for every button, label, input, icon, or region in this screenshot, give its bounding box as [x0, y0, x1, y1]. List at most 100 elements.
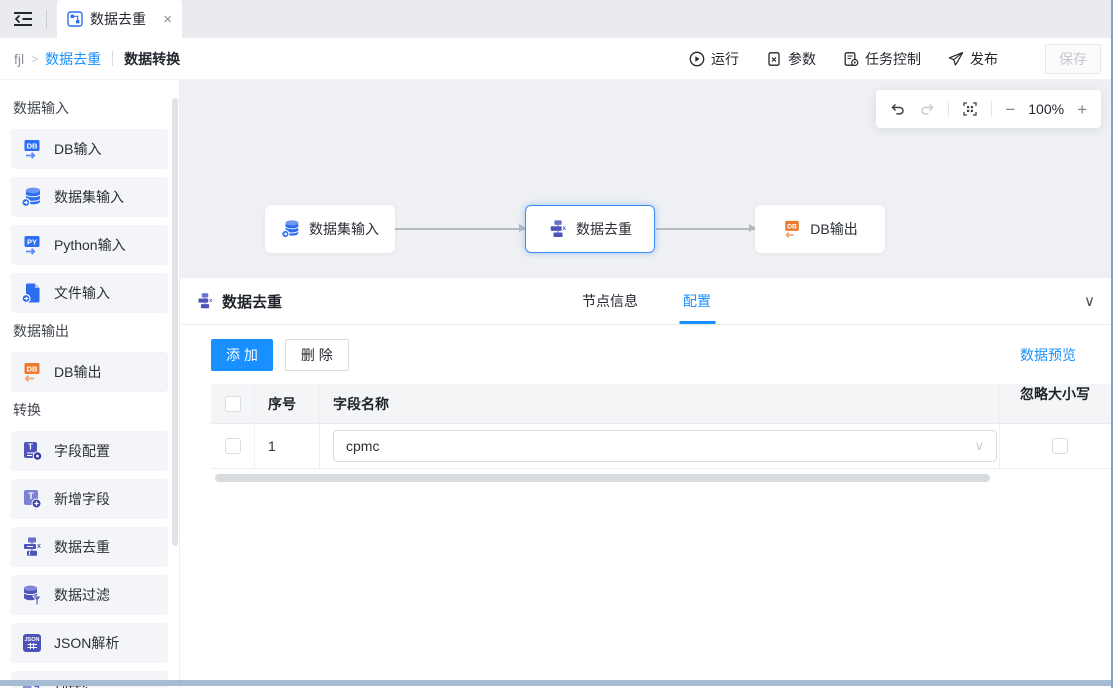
table-row: 1 cpmc ∨	[211, 424, 1113, 469]
panel-tabs: 节点信息 配置	[582, 278, 711, 324]
node-label: DB输出	[810, 219, 857, 239]
save-button[interactable]: 保存	[1045, 44, 1101, 74]
chevron-down-icon[interactable]: ∨	[1084, 292, 1095, 310]
collapse-menu-icon	[13, 11, 33, 27]
play-circle-icon	[689, 51, 705, 67]
sidebar-section-data-input: 数据输入	[13, 98, 168, 118]
sidebar-item-db-input[interactable]: DB DB输入	[11, 129, 168, 169]
sidebar-item-db-output[interactable]: DB DB输出	[11, 352, 168, 392]
panel-title: 数据去重	[222, 291, 282, 312]
publish-button[interactable]: 发布	[948, 49, 998, 69]
add-button[interactable]: 添 加	[211, 339, 273, 371]
node-dataset-input[interactable]: 数据集输入	[265, 205, 395, 253]
breadcrumb: fjl > 数据去重 数据转换	[14, 49, 180, 69]
sidebar-item-json-parse[interactable]: JSON JSON解析	[11, 623, 168, 663]
tab-bar: 数据去重 ×	[0, 0, 1113, 38]
run-button[interactable]: 运行	[689, 49, 739, 69]
toolbar-actions: 运行 参数 任务控制	[689, 44, 1101, 74]
table-horizontal-scrollbar[interactable]	[215, 474, 990, 482]
svg-text:T: T	[28, 491, 34, 501]
sidebar-item-python-input[interactable]: PY Python输入	[11, 225, 168, 265]
db-input-icon: DB	[21, 138, 43, 160]
sidebar-item-add-field[interactable]: T 新增字段	[11, 479, 168, 519]
tab-config[interactable]: 配置	[683, 278, 711, 324]
sidebar-item-data-filter[interactable]: 数据过滤	[11, 575, 168, 615]
zoom-in-button[interactable]: +	[1077, 101, 1087, 118]
sidebar-item-label: 数据过滤	[54, 585, 110, 605]
svg-text:x: x	[209, 298, 213, 304]
run-label: 运行	[711, 49, 739, 69]
tab-data-dedup[interactable]: 数据去重 ×	[57, 0, 182, 38]
parameters-button[interactable]: 参数	[766, 49, 816, 69]
page-title: 数据转换	[124, 49, 180, 69]
header-checkbox-cell	[211, 384, 255, 423]
tab-node-info[interactable]: 节点信息	[582, 278, 638, 324]
divider	[112, 51, 113, 66]
sidebar-item-file-input[interactable]: 文件输入	[11, 273, 168, 313]
task-control-icon	[843, 51, 859, 67]
dedup-icon: x	[548, 219, 568, 239]
svg-text:PY: PY	[27, 238, 37, 247]
sidebar-scrollbar[interactable]	[172, 98, 178, 546]
redo-icon	[919, 101, 935, 117]
svg-text:DB: DB	[27, 365, 38, 374]
select-all-checkbox[interactable]	[225, 396, 241, 412]
sidebar-item-label: 字段配置	[54, 441, 110, 461]
parameters-label: 参数	[788, 49, 816, 69]
node-label: 数据集输入	[309, 219, 379, 239]
row-seq: 1	[255, 424, 320, 468]
close-icon[interactable]: ×	[163, 12, 172, 27]
sidebar-item-dedup[interactable]: x 数据去重	[11, 527, 168, 567]
undo-button[interactable]	[890, 101, 906, 117]
app-window: 数据去重 × fjl > 数据去重 数据转换 运行	[0, 0, 1113, 688]
svg-text:DB: DB	[27, 142, 38, 151]
node-label: 数据去重	[576, 219, 632, 239]
sidebar-item-label: DB输入	[54, 139, 101, 159]
row-checkbox[interactable]	[225, 438, 241, 454]
sidebar-section-data-output: 数据输出	[13, 321, 168, 341]
field-config-icon: T	[21, 440, 43, 462]
header-ignore-case: 忽略大小写	[1000, 384, 1113, 423]
header-seq: 序号	[255, 384, 320, 423]
top-toolbar: fjl > 数据去重 数据转换 运行 参数	[0, 38, 1113, 80]
fit-view-button[interactable]	[962, 101, 978, 117]
file-input-icon	[21, 282, 43, 304]
table-header-row: 序号 字段名称 忽略大小写	[211, 384, 1113, 424]
node-db-output[interactable]: DB DB输出	[755, 205, 885, 253]
task-control-button[interactable]: 任务控制	[843, 49, 921, 69]
canvas-zoom-toolbar: − 100% +	[876, 90, 1101, 128]
redo-button[interactable]	[919, 101, 935, 117]
breadcrumb-root[interactable]: fjl	[14, 51, 24, 67]
tab-label: 数据去重	[90, 9, 146, 29]
node-dedup[interactable]: x 数据去重	[525, 205, 655, 253]
field-name-select[interactable]: cpmc ∨	[333, 430, 997, 462]
zoom-out-button[interactable]: −	[1005, 101, 1015, 118]
parameters-doc-icon	[766, 51, 782, 67]
sidebar-item-label: DB输出	[54, 362, 101, 382]
flow-canvas[interactable]: − 100% + 数据集输入	[180, 80, 1113, 278]
data-preview-link[interactable]: 数据预览	[1020, 345, 1076, 365]
delete-button[interactable]: 删 除	[285, 339, 349, 371]
panel-header: x 数据去重 节点信息 配置 ∨	[180, 278, 1113, 325]
collapse-sidebar-button[interactable]	[0, 0, 46, 38]
edge-dataset-to-dedup	[395, 228, 525, 230]
breadcrumb-section[interactable]: 数据去重	[45, 49, 101, 69]
publish-label: 发布	[970, 49, 998, 69]
sidebar-item-dataset-input[interactable]: 数据集输入	[11, 177, 168, 217]
svg-text:JSON: JSON	[25, 637, 40, 643]
zoom-level: 100%	[1028, 101, 1064, 117]
sidebar-section-transform: 转换	[13, 400, 168, 420]
body-row: 数据输入 DB DB输入 数据集输入	[0, 80, 1113, 688]
sidebar-item-label: 数据去重	[54, 537, 110, 557]
ignore-case-checkbox[interactable]	[1052, 438, 1068, 454]
chevron-down-icon: ∨	[974, 438, 984, 454]
flow-diagram-icon	[67, 11, 83, 27]
row-ignore-case-cell	[1000, 424, 1113, 468]
divider	[46, 10, 47, 28]
fit-view-icon	[962, 101, 978, 117]
divider	[948, 101, 949, 117]
sidebar-item-field-config[interactable]: T 字段配置	[11, 431, 168, 471]
divider	[991, 101, 992, 117]
undo-icon	[890, 101, 906, 117]
window-bottom-edge	[0, 680, 1113, 686]
